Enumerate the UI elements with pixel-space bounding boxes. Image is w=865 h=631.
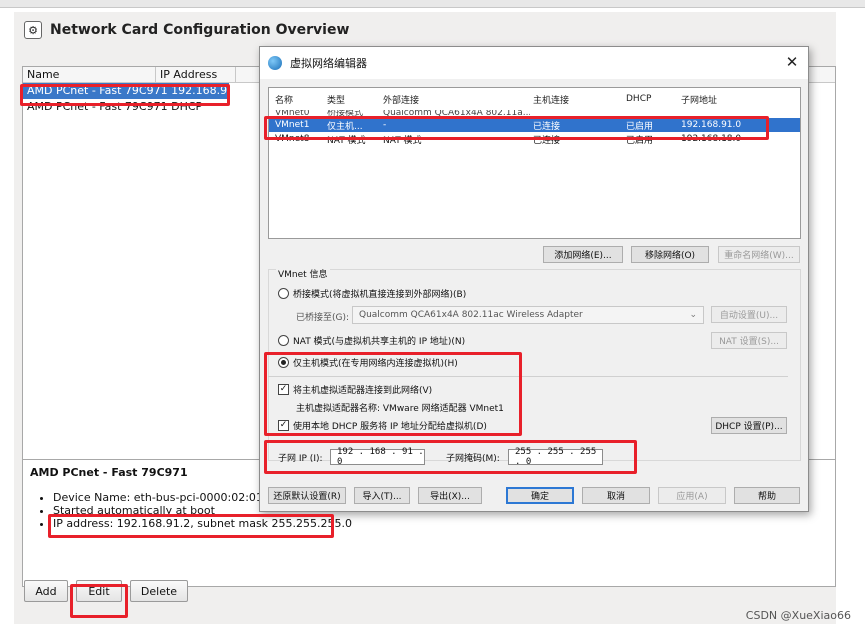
globe-icon	[268, 56, 282, 70]
auto-settings-button[interactable]: 自动设置(U)...	[711, 306, 787, 323]
cancel-button[interactable]: 取消	[582, 487, 650, 504]
col-header-ip[interactable]: IP Address	[156, 67, 236, 82]
connect-host-checkbox[interactable]: ✓	[278, 384, 289, 395]
export-button[interactable]: 导出(X)...	[418, 487, 482, 504]
bridge-mode-option[interactable]: 桥接模式(将虚拟机直接连接到外部网络)(B)	[278, 287, 466, 300]
row-host: 已连接	[533, 135, 561, 146]
detail-ip-address: IP address: 192.168.91.2, subnet mask 25…	[53, 517, 352, 530]
nat-mode-option[interactable]: NAT 模式(与虚拟机共享主机的 IP 地址)(N)	[278, 334, 465, 347]
dialog-title: 虚拟网络编辑器	[290, 57, 367, 70]
col-type[interactable]: 类型	[324, 93, 380, 106]
add-button[interactable]: Add	[24, 580, 68, 602]
vmnet-table-header: 名称 类型 外部连接 主机连接 DHCP 子网地址	[269, 88, 800, 110]
separator	[268, 376, 788, 377]
apply-button[interactable]: 应用(A)	[658, 487, 726, 504]
subnet-ip-input[interactable]: 192 . 168 . 91 . 0	[330, 447, 425, 467]
edit-button[interactable]: Edit	[76, 580, 122, 602]
delete-button[interactable]: Delete	[130, 580, 188, 602]
nat-radio[interactable]	[278, 335, 289, 346]
import-button[interactable]: 导入(T)...	[354, 487, 410, 504]
ok-button[interactable]: 确定	[506, 487, 574, 504]
vmnet-info-label: VMnet 信息	[276, 267, 330, 280]
table-row[interactable]: VMnet0 桥接模式 Qualcomm QCA61x4A 802.11a...	[269, 110, 800, 118]
bridge-radio[interactable]	[278, 288, 289, 299]
row-name: VMnet0	[275, 110, 310, 118]
chevron-down-icon: ⌄	[689, 310, 697, 320]
row-host: 已连接	[533, 121, 561, 132]
page-title: Network Card Configuration Overview	[50, 22, 350, 38]
host-adapter-name: 主机虚拟适配器名称: VMware 网络适配器 VMnet1	[296, 404, 504, 414]
help-button[interactable]: 帮助	[734, 487, 800, 504]
col-host[interactable]: 主机连接	[530, 93, 623, 106]
bridge-label: 桥接模式(将虚拟机直接连接到外部网络)(B)	[293, 290, 467, 300]
subnet-mask-label: 子网掩码(M):	[446, 454, 500, 464]
row-external: Qualcomm QCA61x4A 802.11a...	[383, 110, 530, 118]
card-ip: 192.168.91.2	[171, 84, 245, 97]
bridged-adapter-select[interactable]: Qualcomm QCA61x4A 802.11ac Wireless Adap…	[352, 306, 704, 324]
restore-defaults-button[interactable]: 还原默认设置(R)	[268, 487, 346, 504]
local-dhcp-checkbox[interactable]: ✓	[278, 420, 289, 431]
detail-title: AMD PCnet - Fast 79C971	[30, 466, 188, 479]
subnet-mask-input[interactable]: 255 . 255 . 255 . 0	[508, 447, 603, 467]
table-row[interactable]: VMnet8 NAT 模式 NAT 模式 已连接 已启用 192.168.18.…	[269, 132, 800, 146]
row-name: VMnet1	[275, 120, 310, 130]
row-external: NAT 模式	[383, 135, 422, 146]
close-icon[interactable]: ✕	[784, 54, 800, 70]
nat-label: NAT 模式(与虚拟机共享主机的 IP 地址)(N)	[293, 337, 466, 347]
local-dhcp-option[interactable]: ✓ 使用本地 DHCP 服务将 IP 地址分配给虚拟机(D)	[278, 419, 487, 432]
bridged-to-label: 已桥接至(G):	[296, 313, 350, 323]
virtual-network-editor-dialog: 虚拟网络编辑器 ✕ 名称 类型 外部连接 主机连接 DHCP 子网地址 VMne…	[259, 46, 809, 512]
row-name: VMnet8	[275, 134, 310, 144]
connect-host-adapter-option[interactable]: ✓ 将主机虚拟适配器连接到此网络(V)	[278, 383, 432, 396]
host-only-radio[interactable]	[278, 357, 289, 368]
host-only-label: 仅主机模式(在专用网络内连接虚拟机)(H)	[293, 359, 458, 369]
col-subnet[interactable]: 子网地址	[678, 93, 778, 106]
col-header-name[interactable]: Name	[23, 67, 156, 82]
remove-network-button[interactable]: 移除网络(O)	[631, 246, 709, 263]
bridged-adapter-value: Qualcomm QCA61x4A 802.11ac Wireless Adap…	[359, 310, 583, 320]
watermark: CSDN @XueXiao66	[745, 609, 851, 622]
col-external[interactable]: 外部连接	[380, 93, 530, 106]
card-row[interactable]: AMD PCnet - Fast 79C971 192.168.91.2	[23, 83, 245, 99]
connect-host-label: 将主机虚拟适配器连接到此网络(V)	[293, 386, 433, 396]
col-name[interactable]: 名称	[269, 93, 324, 106]
card-ip: DHCP	[171, 100, 203, 113]
card-name: AMD PCnet - Fast 79C971	[27, 84, 168, 97]
dhcp-settings-button[interactable]: DHCP 设置(P)...	[711, 417, 787, 434]
subnet-ip-label: 子网 IP (I):	[278, 454, 323, 464]
row-dhcp: 已启用	[626, 121, 654, 132]
vmnet-table[interactable]: 名称 类型 外部连接 主机连接 DHCP 子网地址 VMnet0 桥接模式 Qu…	[268, 87, 801, 239]
dialog-titlebar: 虚拟网络编辑器 ✕	[260, 47, 808, 79]
add-network-button[interactable]: 添加网络(E)...	[543, 246, 623, 263]
row-subnet: 192.168.91.0	[681, 120, 742, 130]
row-dhcp: 已启用	[626, 135, 654, 146]
network-card-icon: ⚙	[24, 21, 42, 39]
nat-settings-button[interactable]: NAT 设置(S)...	[711, 332, 787, 349]
row-type: 仅主机...	[327, 121, 363, 132]
table-row[interactable]: VMnet1 仅主机... - 已连接 已启用 192.168.91.0	[269, 118, 800, 132]
host-only-option[interactable]: 仅主机模式(在专用网络内连接虚拟机)(H)	[278, 356, 458, 369]
outer-titlebar	[0, 0, 865, 8]
row-type: 桥接模式	[327, 110, 364, 118]
card-name: AMD PCnet - Fast 79C971	[27, 100, 168, 113]
local-dhcp-label: 使用本地 DHCP 服务将 IP 地址分配给虚拟机(D)	[293, 422, 487, 432]
rename-network-button[interactable]: 重命名网络(W)...	[718, 246, 800, 263]
row-external: -	[383, 120, 387, 130]
row-subnet: 192.168.18.0	[681, 134, 742, 144]
window-header: ⚙ Network Card Configuration Overview	[24, 18, 349, 42]
col-dhcp[interactable]: DHCP	[623, 94, 678, 104]
row-type: NAT 模式	[327, 135, 366, 146]
